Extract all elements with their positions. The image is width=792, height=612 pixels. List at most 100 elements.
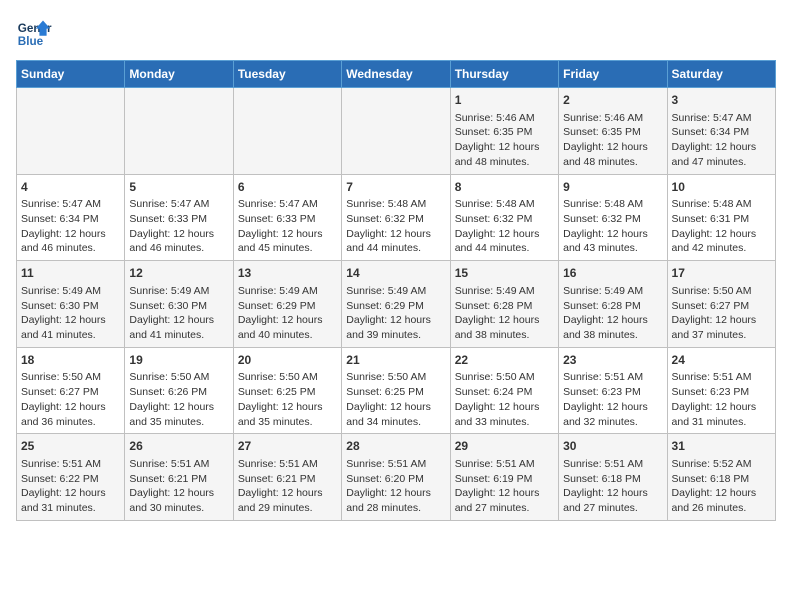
calendar-cell: 25Sunrise: 5:51 AMSunset: 6:22 PMDayligh… <box>17 434 125 521</box>
weekday-header: Monday <box>125 61 233 88</box>
logo-icon: General Blue <box>16 16 52 52</box>
calendar-cell: 31Sunrise: 5:52 AMSunset: 6:18 PMDayligh… <box>667 434 775 521</box>
day-number: 3 <box>672 92 771 109</box>
day-info: Sunrise: 5:48 AM <box>672 197 771 212</box>
day-info: Sunrise: 5:49 AM <box>346 284 445 299</box>
day-info: Sunset: 6:29 PM <box>238 299 337 314</box>
day-number: 18 <box>21 352 120 369</box>
calendar-cell: 12 Sunrise: 5:49 AMSunset: 6:30 PMDayligh… <box>125 261 233 348</box>
calendar-cell: 7Sunrise: 5:48 AMSunset: 6:32 PMDaylight… <box>342 174 450 261</box>
calendar-table: SundayMondayTuesdayWednesdayThursdayFrid… <box>16 60 776 521</box>
day-info: Sunset: 6:35 PM <box>563 125 662 140</box>
day-number: 17 <box>672 265 771 282</box>
day-info: Sunset: 6:30 PM <box>21 299 120 314</box>
weekday-header: Wednesday <box>342 61 450 88</box>
calendar-cell <box>125 88 233 175</box>
day-number: 11 <box>21 265 120 282</box>
day-info: Sunrise: 5:48 AM <box>455 197 554 212</box>
day-number: 21 <box>346 352 445 369</box>
day-number: 4 <box>21 179 120 196</box>
calendar-cell: 21Sunrise: 5:50 AMSunset: 6:25 PMDayligh… <box>342 347 450 434</box>
day-info: Daylight: 12 hours <box>238 227 337 242</box>
day-number: 19 <box>129 352 228 369</box>
day-info: Daylight: 12 hours <box>455 313 554 328</box>
day-info: Sunrise: 5:50 AM <box>455 370 554 385</box>
day-info: and 38 minutes. <box>455 328 554 343</box>
day-info: Sunrise: 5:51 AM <box>563 370 662 385</box>
day-info: Sunrise: 5:47 AM <box>21 197 120 212</box>
day-info: Daylight: 12 hours <box>672 140 771 155</box>
day-number: 10 <box>672 179 771 196</box>
day-info: and 43 minutes. <box>563 241 662 256</box>
day-info: Sunset: 6:23 PM <box>563 385 662 400</box>
day-info: Sunset: 6:32 PM <box>455 212 554 227</box>
day-number: 2 <box>563 92 662 109</box>
day-info: Sunrise: 5:50 AM <box>129 370 228 385</box>
day-info: Sunset: 6:22 PM <box>21 472 120 487</box>
day-info: Daylight: 12 hours <box>129 400 228 415</box>
day-info: and 48 minutes. <box>455 155 554 170</box>
day-info: and 42 minutes. <box>672 241 771 256</box>
svg-text:General: General <box>18 22 52 35</box>
calendar-cell: 29Sunrise: 5:51 AMSunset: 6:19 PMDayligh… <box>450 434 558 521</box>
day-info: and 28 minutes. <box>346 501 445 516</box>
day-info: Sunrise: 5:50 AM <box>238 370 337 385</box>
day-info: Daylight: 12 hours <box>21 400 120 415</box>
calendar-cell: 2Sunrise: 5:46 AMSunset: 6:35 PMDaylight… <box>559 88 667 175</box>
day-info: Daylight: 12 hours <box>129 486 228 501</box>
day-number: 23 <box>563 352 662 369</box>
calendar-cell: 18Sunrise: 5:50 AMSunset: 6:27 PMDayligh… <box>17 347 125 434</box>
day-info: and 31 minutes. <box>672 415 771 430</box>
day-info: and 48 minutes. <box>563 155 662 170</box>
day-info: and 46 minutes. <box>21 241 120 256</box>
svg-text:Blue: Blue <box>18 35 44 48</box>
calendar-cell: 15Sunrise: 5:49 AMSunset: 6:28 PMDayligh… <box>450 261 558 348</box>
day-info: and 35 minutes. <box>129 415 228 430</box>
calendar-header: SundayMondayTuesdayWednesdayThursdayFrid… <box>17 61 776 88</box>
day-number: 12 <box>129 265 228 282</box>
day-info: Sunrise: 5:51 AM <box>672 370 771 385</box>
day-number: 28 <box>346 438 445 455</box>
day-info: Sunrise: 5:49 AM <box>129 284 228 299</box>
day-number: 7 <box>346 179 445 196</box>
day-info: and 30 minutes. <box>129 501 228 516</box>
day-number: 25 <box>21 438 120 455</box>
day-info: Sunrise: 5:50 AM <box>21 370 120 385</box>
day-info: and 35 minutes. <box>238 415 337 430</box>
weekday-header: Friday <box>559 61 667 88</box>
page-container: General Blue SundayMondayTuesdayWednesda… <box>16 16 776 521</box>
calendar-cell: 24Sunrise: 5:51 AMSunset: 6:23 PMDayligh… <box>667 347 775 434</box>
day-info: and 33 minutes. <box>455 415 554 430</box>
day-info: Sunset: 6:30 PM <box>129 299 228 314</box>
calendar-cell <box>342 88 450 175</box>
day-info: Daylight: 12 hours <box>563 227 662 242</box>
day-info: and 36 minutes. <box>21 415 120 430</box>
day-info: Sunset: 6:33 PM <box>238 212 337 227</box>
day-number: 8 <box>455 179 554 196</box>
day-info: Daylight: 12 hours <box>129 313 228 328</box>
day-info: Sunrise: 5:50 AM <box>672 284 771 299</box>
day-info: Sunset: 6:28 PM <box>455 299 554 314</box>
calendar-week-row: 18Sunrise: 5:50 AMSunset: 6:27 PMDayligh… <box>17 347 776 434</box>
day-info: Sunset: 6:21 PM <box>238 472 337 487</box>
day-info: Daylight: 12 hours <box>129 227 228 242</box>
day-info: Sunrise: 5:49 AM <box>455 284 554 299</box>
day-info: and 26 minutes. <box>672 501 771 516</box>
day-info: Sunset: 6:20 PM <box>346 472 445 487</box>
day-info: and 27 minutes. <box>455 501 554 516</box>
day-info: Daylight: 12 hours <box>346 227 445 242</box>
day-info: Sunset: 6:34 PM <box>672 125 771 140</box>
day-info: Sunset: 6:18 PM <box>672 472 771 487</box>
day-info: and 44 minutes. <box>346 241 445 256</box>
day-info: Sunset: 6:18 PM <box>563 472 662 487</box>
day-info: Sunrise: 5:46 AM <box>563 111 662 126</box>
calendar-cell: 11Sunrise: 5:49 AMSunset: 6:30 PMDayligh… <box>17 261 125 348</box>
calendar-cell: 14Sunrise: 5:49 AMSunset: 6:29 PMDayligh… <box>342 261 450 348</box>
calendar-cell <box>233 88 341 175</box>
calendar-cell: 23Sunrise: 5:51 AMSunset: 6:23 PMDayligh… <box>559 347 667 434</box>
day-info: Sunrise: 5:48 AM <box>346 197 445 212</box>
day-number: 1 <box>455 92 554 109</box>
day-info: Daylight: 12 hours <box>346 313 445 328</box>
day-info: and 32 minutes. <box>563 415 662 430</box>
day-info: Sunset: 6:26 PM <box>129 385 228 400</box>
